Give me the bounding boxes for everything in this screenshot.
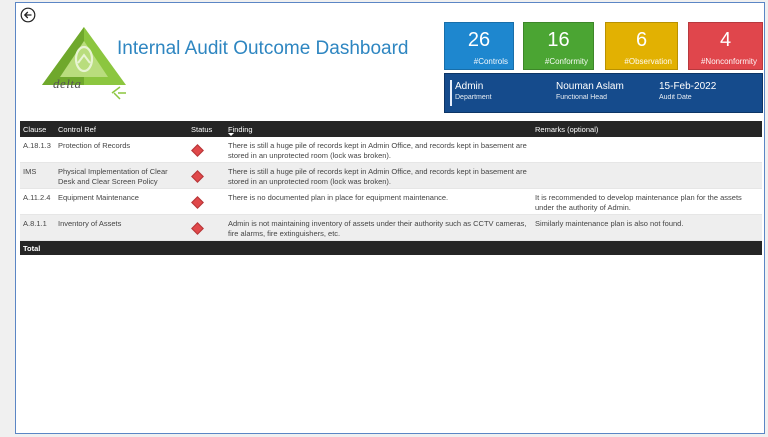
functional-head-label: Functional Head [556,94,607,101]
control-ref-cell: Equipment Maintenance [58,193,139,202]
audit-date-value: 15-Feb-2022 [659,81,717,92]
column-header-remarks[interactable]: Remarks (optional) [535,125,598,134]
status-nonconformity-icon [191,196,204,209]
audit-date-label: Audit Date [659,94,692,101]
conformity-card[interactable]: 16 #Conformity [523,22,594,70]
observation-label: #Observation [624,57,672,66]
finding-cell: Admin is not maintaining inventory of as… [228,219,527,238]
dashboard-canvas: delta Internal Audit Outcome Dashboard 2… [15,2,765,434]
status-nonconformity-icon [191,170,204,183]
finding-cell: There is no documented plan in place for… [228,193,449,202]
control-ref-cell: Inventory of Assets [58,219,122,228]
functional-head-value: Nouman Aslam [556,81,624,92]
department-info: Admin Department [455,81,492,103]
table-row[interactable]: IMS Physical Implementation of Clear Des… [20,163,762,189]
column-header-status[interactable]: Status [191,125,212,134]
findings-table: Clause Control Ref Status Finding Remark… [20,121,762,255]
table-total-row: Total [20,241,762,255]
controls-label: #Controls [473,57,508,66]
status-nonconformity-icon [191,144,204,157]
clause-cell: IMS [23,167,37,176]
total-label: Total [23,244,41,253]
nonconformity-label: #Nonconformity [700,57,757,66]
department-label: Department [455,94,492,101]
controls-card[interactable]: 26 #Controls [444,22,514,70]
clause-cell: A.18.1.3 [23,141,51,150]
status-nonconformity-icon [191,222,204,235]
control-ref-cell: Protection of Records [58,141,131,150]
remarks-cell: It is recommended to develop maintenance… [535,193,742,212]
info-accent-bar [450,80,452,106]
clause-cell: A.8.1.1 [23,219,47,228]
remarks-cell: Similarly maintenance plan is also not f… [535,219,684,228]
delta-logo [42,27,126,100]
table-header: Clause Control Ref Status Finding Remark… [20,121,762,137]
control-ref-cell: Physical Implementation of Clear Desk an… [58,167,168,186]
column-header-control-ref[interactable]: Control Ref [58,125,96,134]
conformity-label: #Conformity [544,57,588,66]
table-row[interactable]: A.18.1.3 Protection of Records There is … [20,137,762,163]
logo-wordmark: delta [53,76,82,91]
sort-descending-icon[interactable] [228,133,234,136]
nonconformity-count: 4 [719,29,732,51]
finding-cell: There is still a huge pile of records ke… [228,167,527,186]
observation-card[interactable]: 6 #Observation [605,22,678,70]
nonconformity-card[interactable]: 4 #Nonconformity [688,22,763,70]
clause-cell: A.11.2.4 [23,193,51,202]
table-row[interactable]: A.11.2.4 Equipment Maintenance There is … [20,189,762,215]
controls-count: 26 [467,29,491,51]
table-row[interactable]: A.8.1.1 Inventory of Assets Admin is not… [20,215,762,241]
department-value: Admin [455,81,484,92]
finding-cell: There is still a huge pile of records ke… [228,141,527,160]
audit-info-bar: Admin Department Nouman Aslam Functional… [444,73,763,113]
observation-count: 6 [635,29,648,51]
conformity-count: 16 [547,29,570,51]
page-title: Internal Audit Outcome Dashboard [117,38,409,59]
column-header-clause[interactable]: Clause [23,125,46,134]
audit-date-info: 15-Feb-2022 Audit Date [659,81,716,103]
functional-head-info: Nouman Aslam Functional Head [556,81,624,103]
